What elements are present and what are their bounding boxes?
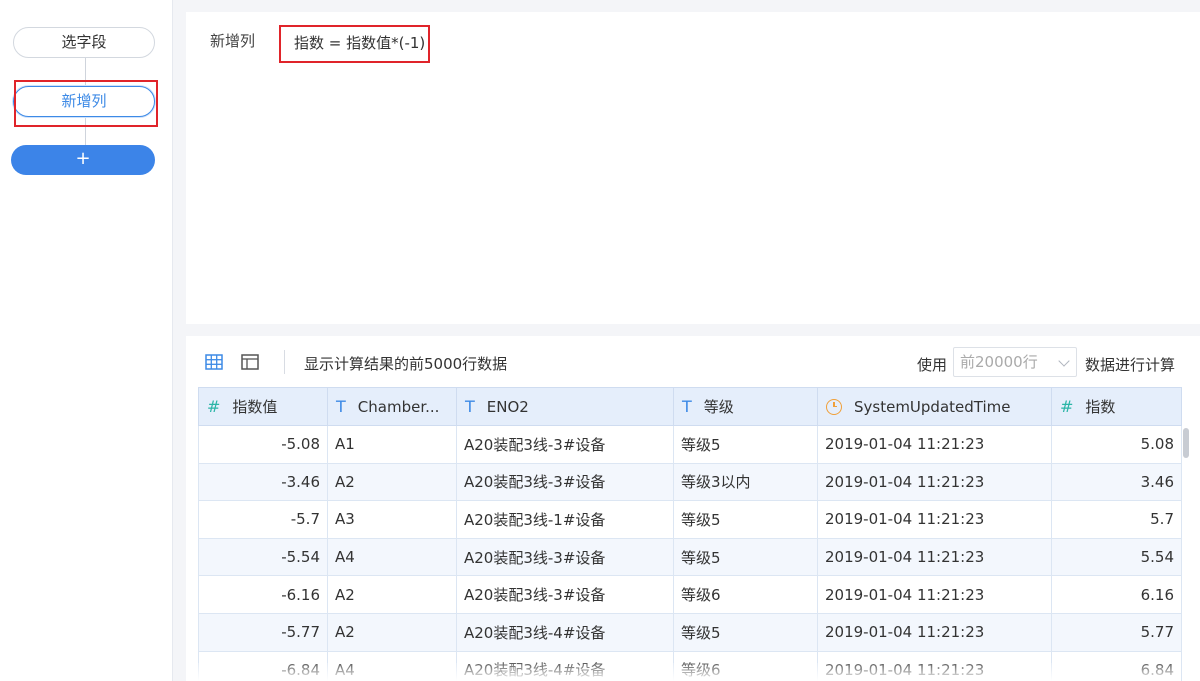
- table-cell: -5.54: [198, 537, 328, 577]
- table-cell: 5.77: [1051, 612, 1182, 652]
- step-connector: [85, 58, 86, 86]
- table-row[interactable]: -6.16 A2 A20装配3线-3#设备 等级6 2019-01-04 11:21:2…: [198, 575, 1182, 614]
- table-cell: A3: [327, 500, 457, 539]
- number-type-icon: #: [207, 397, 221, 416]
- table-cell: 5.08: [1051, 425, 1182, 464]
- new-column-label: 新增列: [210, 32, 256, 50]
- row-limit-value: 前20000行: [960, 353, 1038, 371]
- table-cell: 6.16: [1051, 575, 1182, 614]
- column-label: SystemUpdatedTime: [854, 397, 1011, 416]
- table-cell: -5.77: [198, 612, 328, 652]
- calc-label: 数据进行计算: [1085, 356, 1176, 374]
- step-connector: [85, 118, 86, 145]
- formula-panel: 新增列 指数 = 指数值*(-1): [186, 12, 1200, 324]
- table-row[interactable]: -5.7 A3 A20装配3线-1#设备 等级5 2019-01-04 11:21:23…: [198, 500, 1182, 539]
- column-header[interactable]: T ENO2: [456, 387, 674, 426]
- table-cell: A20装配3线-3#设备: [456, 575, 674, 614]
- table-cell: 等级5: [673, 612, 818, 652]
- column-label: ENO2: [486, 398, 529, 416]
- table-cell: -5.7: [198, 500, 328, 539]
- table-cell: 2019-01-04 11:21:23: [817, 575, 1052, 614]
- column-label: 等级: [703, 398, 734, 416]
- table-cell: 等级6: [673, 575, 818, 614]
- preview-hint: 显示计算结果的前5000行数据: [304, 355, 508, 373]
- table-row[interactable]: -5.77 A2 A20装配3线-4#设备 等级5 2019-01-04 11:21:2…: [198, 612, 1182, 652]
- table-cell: 2019-01-04 11:21:23: [817, 425, 1052, 464]
- table-cell: 2019-01-04 11:21:23: [817, 500, 1052, 539]
- table-cell: -3.46: [198, 462, 328, 502]
- column-header[interactable]: # 指数: [1051, 387, 1182, 426]
- data-preview-panel: 显示计算结果的前5000行数据 使用 前20000行 数据进行计算 # 指数值 T…: [186, 336, 1200, 681]
- text-type-icon: T: [465, 397, 475, 416]
- table-cell: A4: [327, 537, 457, 577]
- row-limit-select[interactable]: 前20000行: [953, 347, 1077, 377]
- table-cell: 5.7: [1051, 500, 1182, 539]
- text-type-icon: T: [682, 397, 692, 416]
- grid-view-icon[interactable]: [204, 352, 224, 372]
- table-cell: 等级5: [673, 537, 818, 577]
- column-header[interactable]: T Chamber...: [327, 387, 457, 426]
- chevron-down-icon: [1058, 355, 1070, 367]
- table-cell: 2019-01-04 11:21:23: [817, 462, 1052, 502]
- table-cell: 等级3以内: [673, 462, 818, 502]
- step-sidebar: 选字段 新增列 +: [0, 0, 173, 681]
- table-cell: A2: [327, 462, 457, 502]
- column-header[interactable]: SystemUpdatedTime: [817, 387, 1052, 426]
- step-new-column[interactable]: 新增列: [13, 86, 155, 117]
- table-cell: A20装配3线-4#设备: [456, 612, 674, 652]
- table-cell: 2019-01-04 11:21:23: [817, 537, 1052, 577]
- table-cell: A2: [327, 612, 457, 652]
- table-cell: A20装配3线-3#设备: [456, 537, 674, 577]
- toolbar-divider: [284, 350, 285, 374]
- table-row[interactable]: -5.54 A4 A20装配3线-3#设备 等级5 2019-01-04 11:21:2…: [198, 537, 1182, 577]
- add-step-button[interactable]: +: [11, 145, 155, 175]
- column-label: Chamber...: [357, 398, 440, 416]
- table-row[interactable]: -5.08 A1 A20装配3线-3#设备 等级5 2019-01-04 11:21:2…: [198, 425, 1182, 464]
- table-row[interactable]: -3.46 A2 A20装配3线-3#设备 等级3以内 2019-01-04 11:21…: [198, 462, 1182, 502]
- table-cell: A20装配3线-3#设备: [456, 425, 674, 464]
- column-header[interactable]: # 指数值: [198, 387, 328, 426]
- table-cell: -5.08: [198, 425, 328, 464]
- table-cell: 3.46: [1051, 462, 1182, 502]
- table-cell: A2: [327, 575, 457, 614]
- table-cell: 等级5: [673, 500, 818, 539]
- use-label: 使用: [917, 356, 948, 374]
- step-select-field[interactable]: 选字段: [13, 27, 155, 58]
- column-header[interactable]: T 等级: [673, 387, 818, 426]
- table-cell: 5.54: [1051, 537, 1182, 577]
- table-cell: -6.16: [198, 575, 328, 614]
- table-cell: A20装配3线-3#设备: [456, 462, 674, 502]
- column-label: 指数值: [232, 398, 278, 416]
- table-fade: [198, 663, 1181, 681]
- table-cell: 等级5: [673, 425, 818, 464]
- table-view-icon[interactable]: [240, 352, 260, 372]
- text-type-icon: T: [336, 397, 346, 416]
- table-scrollbar[interactable]: [1183, 428, 1189, 458]
- column-label: 指数: [1085, 398, 1116, 416]
- formula-text[interactable]: 指数 = 指数值*(-1): [294, 32, 425, 53]
- data-table: # 指数值 T Chamber... T ENO2 T 等级 SystemUpdated…: [198, 387, 1182, 681]
- table-cell: 2019-01-04 11:21:23: [817, 612, 1052, 652]
- clock-icon: [826, 398, 842, 415]
- number-type-icon: #: [1060, 397, 1074, 416]
- table-header-row: # 指数值 T Chamber... T ENO2 T 等级 SystemUpdated…: [198, 387, 1182, 426]
- table-cell: A1: [327, 425, 457, 464]
- table-cell: A20装配3线-1#设备: [456, 500, 674, 539]
